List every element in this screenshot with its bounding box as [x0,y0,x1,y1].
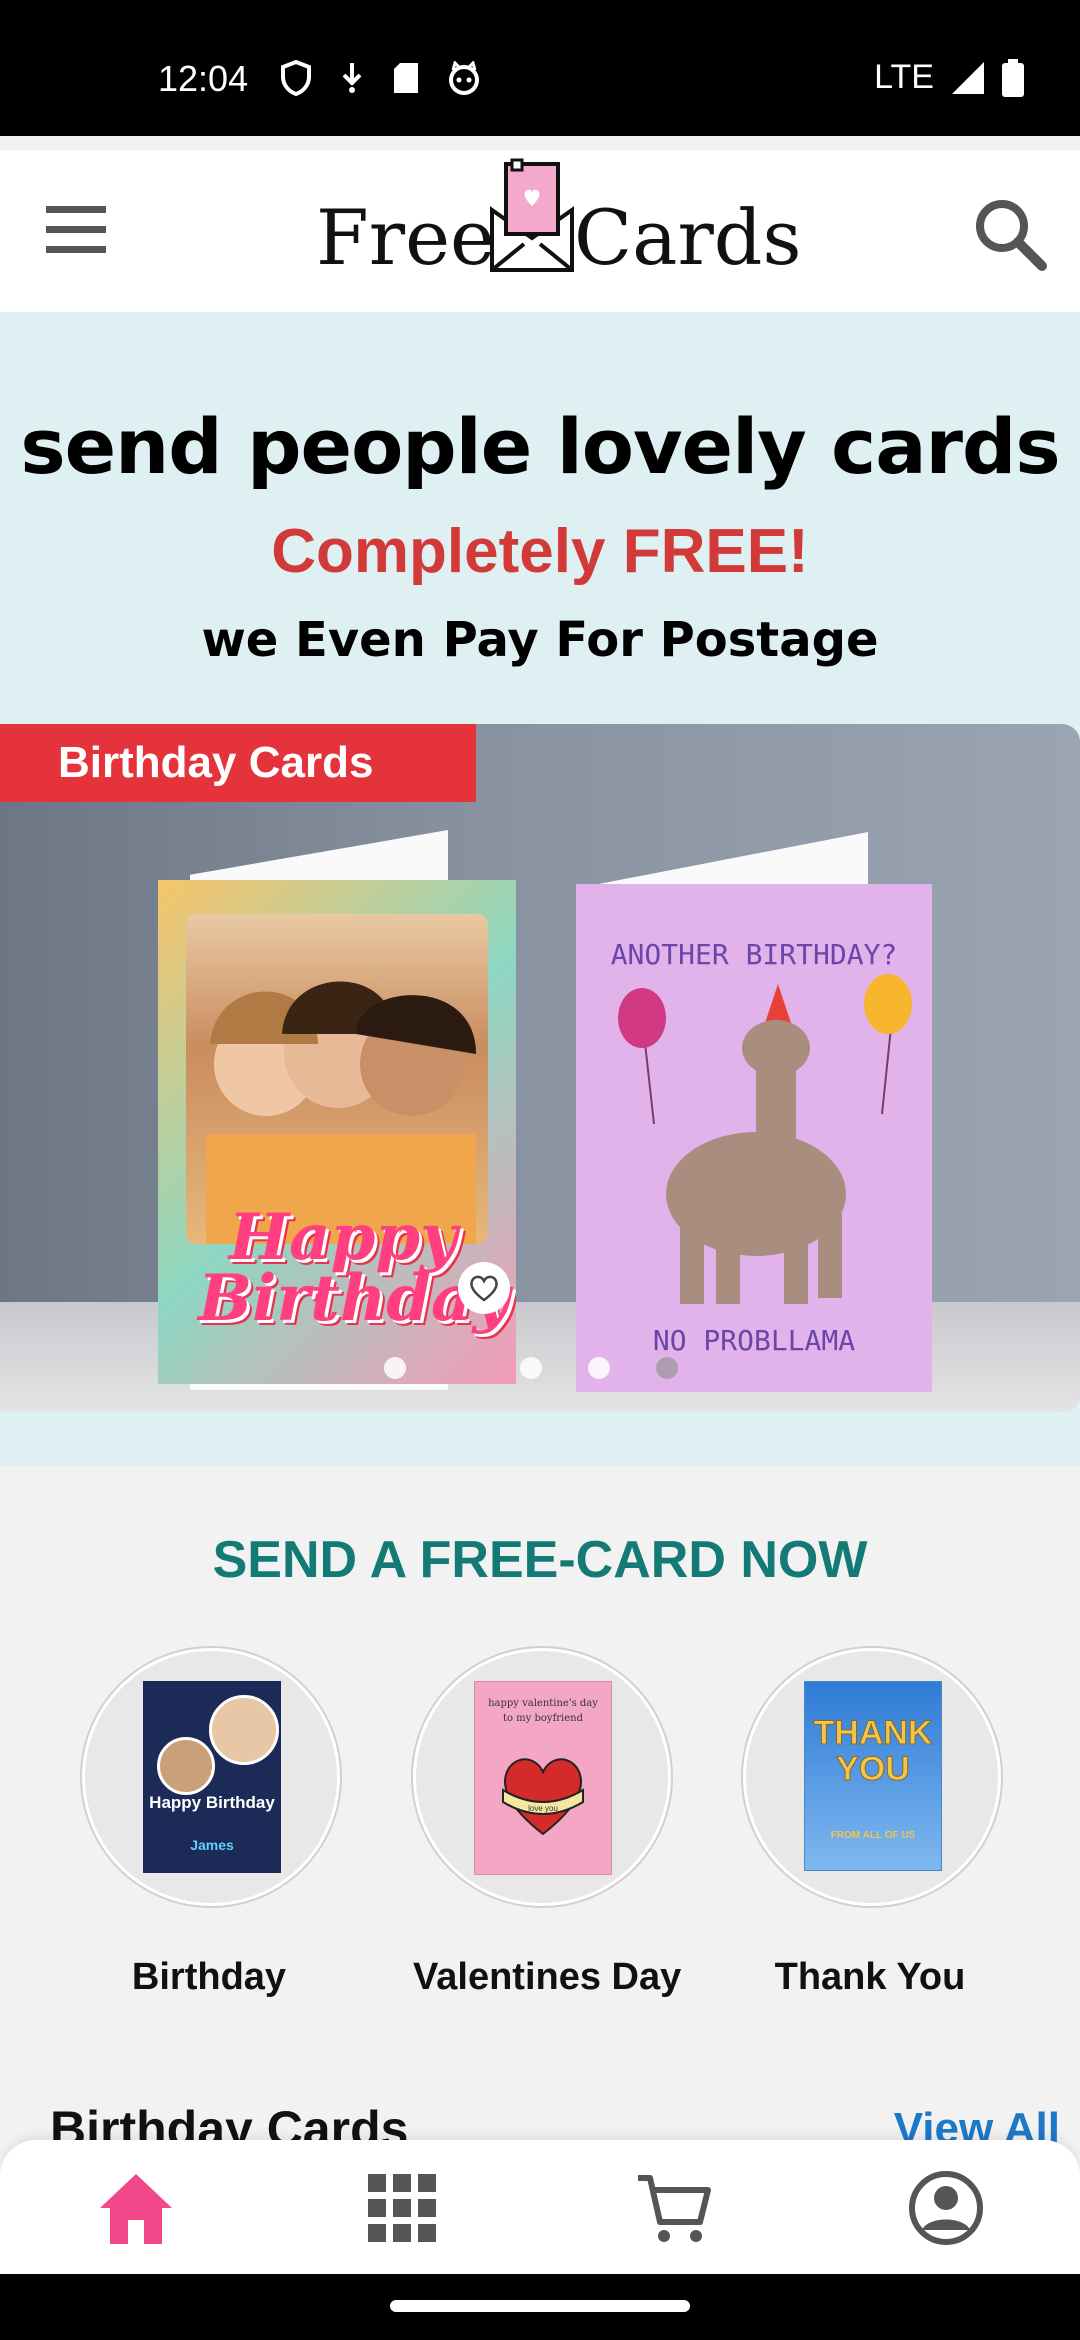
logo-text-cards: Cards [574,193,802,282]
nav-categories[interactable] [362,2168,442,2248]
gesture-bar [0,2274,1080,2340]
card1-text-bottom: Birthday [198,1260,510,1336]
llama-birthday-card[interactable]: ANOTHER BIRTHDAY? NO PROBLLAMA [576,884,932,1392]
nav-account[interactable] [906,2168,986,2248]
thankyou-thumb-card: THANK YOU FROM ALL OF US [804,1681,942,1871]
category-valentines[interactable]: happy valentine's day to my boyfriend lo… [413,1648,682,1999]
thumb-small: FROM ALL OF US [830,1830,916,1841]
carousel-dot[interactable] [588,1357,610,1379]
carousel-dot[interactable] [656,1357,678,1379]
status-icons [280,60,482,96]
photo-circle [157,1737,215,1795]
status-bar: 12:04 LTE [0,0,1080,136]
freecards-logo[interactable]: Free Cards [312,158,801,308]
search-icon [976,200,1047,271]
thumb-text: THANK YOU [813,1714,933,1788]
birthday-card-photo[interactable]: Happy Birthday [158,880,516,1384]
friends-illustration [206,981,476,1244]
thumb-name: James [190,1837,234,1853]
card2-text-bottom: NO PROBLLAMA [652,1324,856,1357]
envelope-card-icon [490,158,574,272]
valentine-thumb-card: happy valentine's day to my boyfriend lo… [474,1681,612,1875]
hero-subtitle: Completely FREE! [271,517,809,586]
shield-icon [281,60,311,96]
card1-greeting: Happy Birthday [198,1200,510,1336]
thumb-text: Happy Birthday [149,1793,275,1812]
nav-home[interactable] [96,2168,176,2248]
search-button[interactable] [970,194,1050,274]
hero-section: send people lovely cards Completely FREE… [0,312,1080,1466]
carousel-indicator [384,1357,678,1379]
thumb-banner: love you [528,1804,558,1813]
banner-tag: Birthday Cards [0,724,476,802]
card1-text-top: Happy [228,1200,458,1275]
favorite-button[interactable] [458,1262,510,1314]
heart-tattoo-icon [502,1758,584,1836]
network-label: LTE [874,58,934,96]
carousel-dot[interactable] [384,1357,406,1379]
status-right: LTE [874,58,1024,97]
status-time: 12:04 [158,58,249,99]
send-card-heading: SEND A FREE-CARD NOW [212,1531,868,1589]
category-label: Thank You [774,1956,966,1998]
grid-icon [368,2174,436,2242]
card2-text-top: ANOTHER BIRTHDAY? [610,938,898,971]
account-icon [909,2171,983,2245]
thumb-text: happy valentine's day to my boyfriend [488,1698,598,1724]
hero-tagline: we Even Pay For Postage [201,612,879,668]
home-gesture-handle[interactable] [390,2300,690,2312]
category-thank-you[interactable]: THANK YOU FROM ALL OF US Thank You [743,1648,1001,1999]
group-photo [186,914,488,1244]
photo-circle [209,1695,279,1765]
carousel-dot[interactable] [520,1357,542,1379]
hero-title: send people lovely cards [20,402,1060,491]
birthday-thumb-card: Happy Birthday James [143,1681,281,1873]
category-birthday[interactable]: Happy Birthday James Birthday [82,1648,340,1999]
logo-text-free: Free [316,193,496,282]
signal-icon [952,61,984,94]
cat-face-icon [449,61,479,95]
download-icon [342,63,362,93]
category-label: Birthday [131,1956,287,1998]
promo-carousel[interactable]: Birthday Cards Happy Birthday ANOTHER BI… [0,724,1080,1412]
menu-button[interactable] [40,200,112,260]
category-label: Valentines Day [413,1956,682,1998]
battery-icon [1002,58,1024,97]
llama-illustration [618,974,912,1304]
bottom-navigation [0,2140,1080,2274]
app-header: Free Cards [0,150,1080,313]
nav-cart[interactable] [634,2168,714,2248]
cart-icon [638,2175,711,2242]
hamburger-icon [46,206,106,253]
sd-card-icon [394,63,418,93]
category-thumb: THANK YOU FROM ALL OF US [743,1648,1001,1906]
heart-outline-icon [470,1275,498,1302]
home-icon [100,2174,172,2244]
category-thumb: happy valentine's day to my boyfriend lo… [413,1648,671,1906]
category-thumb: Happy Birthday James [82,1648,340,1906]
